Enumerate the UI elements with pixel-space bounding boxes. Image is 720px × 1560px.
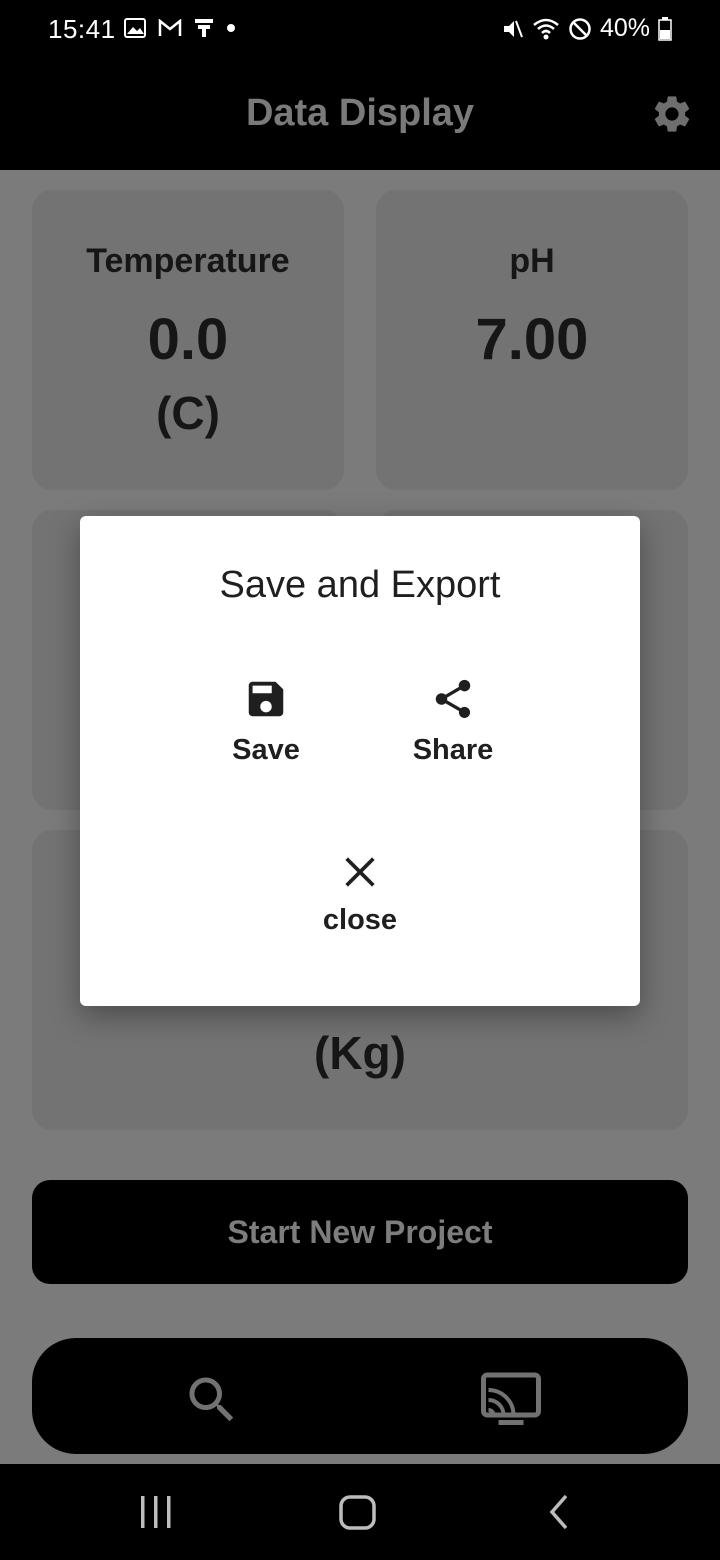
share-label: Share [412,734,494,766]
notification-app-icon [195,19,213,37]
status-right: 40% [500,14,672,43]
floppy-disk-icon [248,681,284,717]
share-icon [435,679,471,719]
share-button[interactable]: Share [402,676,504,767]
temperature-card[interactable]: Temperature 0.0 (C) [32,190,344,490]
ph-value: 7.00 [475,307,589,372]
battery-icon [658,16,672,41]
cast-icon[interactable] [478,1370,544,1430]
battery-percent: 40% [599,14,650,42]
app-bar: Data Display [0,60,720,170]
ph-label: pH [509,242,555,280]
ph-card[interactable]: pH 7.00 [376,190,688,490]
close-button[interactable]: close [310,852,410,937]
do-not-disturb-icon [569,17,591,40]
start-new-project-button[interactable]: Start New Project [32,1180,688,1284]
back-icon[interactable] [544,1492,574,1532]
mute-icon [503,20,523,37]
dot-icon [227,24,235,32]
close-icon [345,857,375,887]
temperature-unit: (C) [156,387,220,439]
save-export-dialog: Save and Export Save Share close [80,516,640,1006]
image-icon [124,18,146,38]
gmail-icon [158,19,182,36]
notification-icons [124,17,236,39]
page-title: Data Display [245,92,475,134]
status-bar: 15:41 40% [0,0,720,60]
search-icon[interactable] [182,1370,242,1430]
temperature-label: Temperature [86,242,290,280]
bottom-action-bar [32,1338,688,1454]
save-button[interactable]: Save [222,676,310,767]
dialog-title: Save and Export [219,564,501,606]
save-label: Save [232,734,300,766]
wifi-icon [533,18,559,39]
home-icon[interactable] [338,1492,378,1532]
recent-apps-icon[interactable] [138,1492,174,1532]
temperature-value: 0.0 [147,307,229,372]
status-time: 15:41 [48,14,116,44]
system-nav-bar [0,1464,720,1560]
gear-icon[interactable] [650,92,694,136]
close-label: close [322,904,398,936]
weight-unit: (Kg) [314,1027,406,1079]
